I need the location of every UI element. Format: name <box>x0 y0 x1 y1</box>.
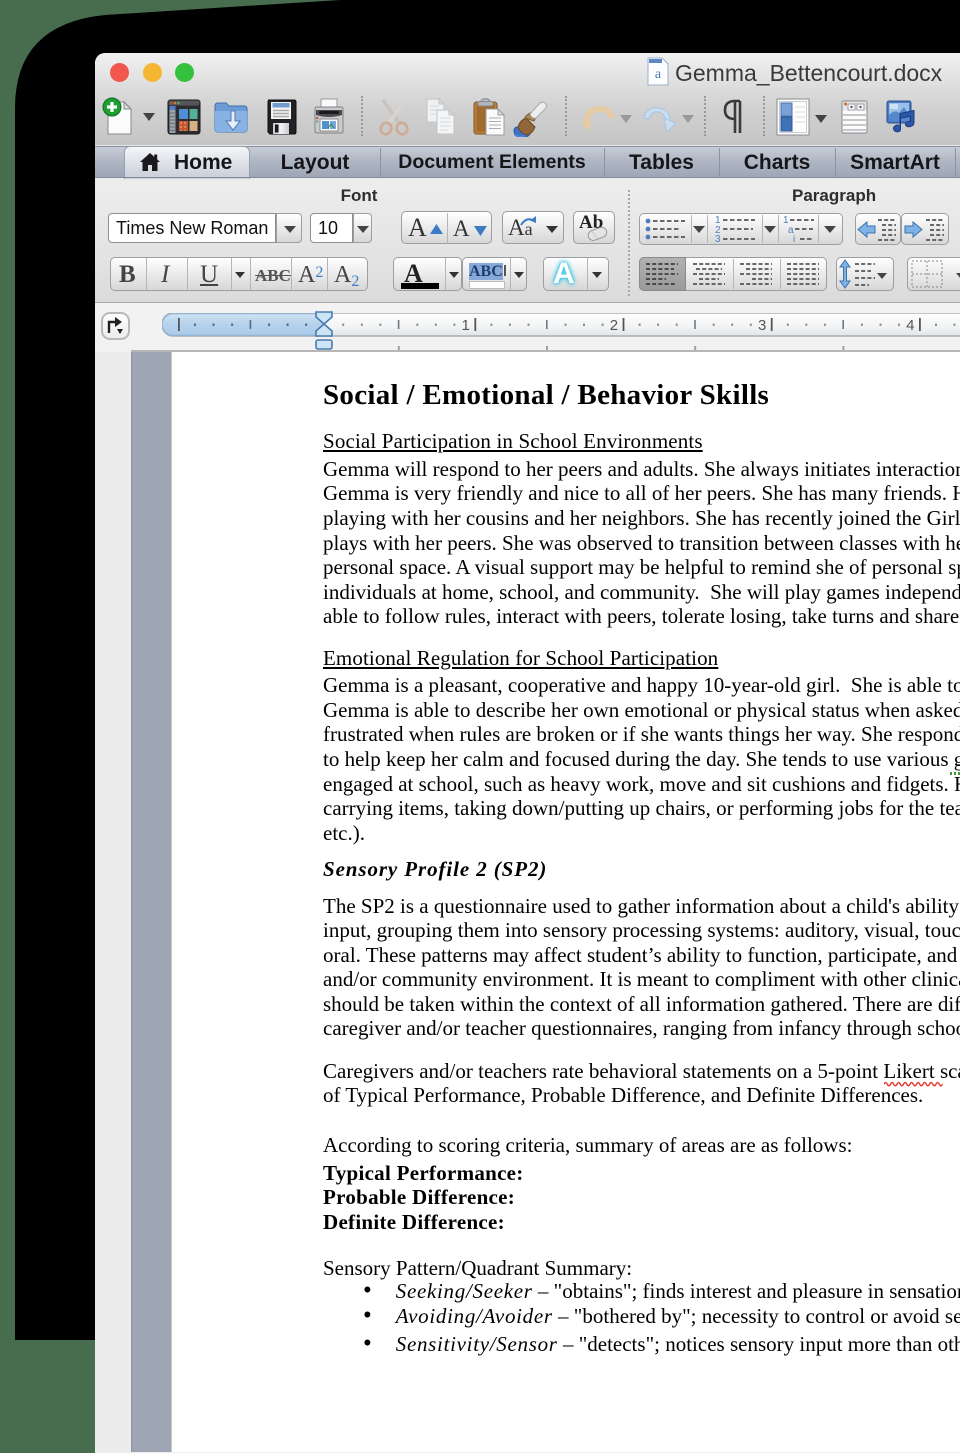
svg-text:a: a <box>655 67 662 82</box>
svg-text:3: 3 <box>715 234 721 243</box>
svg-text:1: 1 <box>462 317 470 334</box>
svg-text:3: 3 <box>758 317 766 334</box>
svg-text:i: i <box>793 234 795 243</box>
svg-text:4: 4 <box>906 317 914 334</box>
svg-text:2: 2 <box>610 317 618 334</box>
